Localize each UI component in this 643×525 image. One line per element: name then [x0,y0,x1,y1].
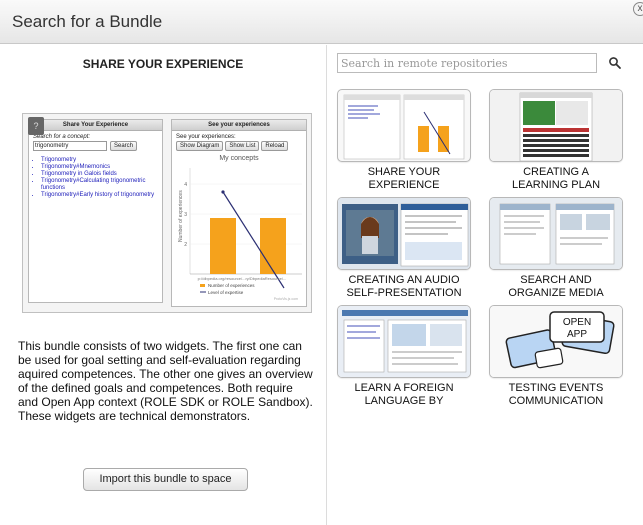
list-item: Trigonometry#Mnemonics [41,164,158,171]
list-item: Trigonometry#Early history of trigonomet… [41,192,158,199]
bundle-tile-learning-plan[interactable]: CREATING A LEARNING PLAN [489,89,623,192]
list-item: Trigonometry [41,157,158,164]
tile-label-line: LANGUAGE BY [364,395,444,407]
open-app-logo-text: OPEN [563,317,591,328]
preview-widget-title: Share Your Experience [29,120,162,131]
preview-bar [210,218,236,274]
bundle-thumbnail[interactable] [337,305,471,378]
search-icon[interactable] [608,56,622,70]
preview-show-list-button: Show List [225,141,260,151]
tile-label-line: CREATING A [523,166,589,178]
tile-label-line: EXPERIENCE [368,179,440,191]
list-item: Trigonometry in Galois fields [41,171,158,178]
tile-label-line: SELF-PRESENTATION [346,287,462,299]
bundle-tile-audio-presentation[interactable]: CREATING AN AUDIO SELF-PRESENTATION [337,197,471,300]
tile-label-line: CREATING AN AUDIO [348,274,460,286]
open-app-logo-text: APP [567,329,587,340]
preview-search-label: Search for a concept: [33,134,91,140]
window-titlebar: Search for a Bundle x [0,0,643,44]
preview-results-list: Trigonometry Trigonometry#Mnemonics Trig… [41,157,158,199]
svg-text:4: 4 [184,182,187,188]
bundle-preview-image: ? Share Your Experience Search for a con… [22,113,312,313]
preview-chart-title: My concepts [219,155,259,162]
preview-mini-chart: 4 3 2 Number of experiences p://dbpedia.… [178,168,302,301]
close-icon[interactable]: x [633,2,643,16]
preview-search-button: Search [110,141,138,151]
tile-label-line: TESTING EVENTS [508,382,604,394]
preview-widget-share: ? Share Your Experience Search for a con… [28,117,163,303]
preview-x-tick-label: p://dbpedia.org/resource/...ry/DbpediaRe… [198,276,287,281]
bundle-detail-panel: SHARE YOUR EXPERIENCE ? Share Your Exper… [0,45,326,525]
preview-experiences-label: See your experiences: [176,134,236,140]
bundle-thumbnail[interactable] [337,89,471,162]
preview-point [221,190,225,194]
tile-label-line: COMMUNICATION [508,395,604,407]
preview-watermark: ProtoVis.js com [274,297,298,301]
bundle-tile-organize-media[interactable]: SEARCH AND ORGANIZE MEDIA [489,197,623,300]
preview-search-field: trigonometry [33,141,107,151]
tile-label-line: LEARN A FOREIGN [354,382,454,394]
bundle-thumbnail[interactable] [489,89,623,162]
preview-show-diagram-button: Show Diagram [176,141,224,151]
role-logo-icon: ? [28,117,44,135]
list-item: Trigonometry#Calculating trigonometric f… [41,178,158,192]
tile-label-line: LEARNING PLAN [511,179,601,191]
import-bundle-button[interactable]: Import this bundle to space [83,468,248,491]
preview-widget-title: See your experiences [172,120,306,131]
bundle-thumbnail[interactable]: OPEN APP [489,305,623,378]
preview-legend-line: Level of expertise [208,290,244,295]
tile-label-line: SHARE YOUR [367,166,441,178]
tile-label-line: ORGANIZE MEDIA [508,287,604,299]
preview-legend-bar: Number of experiences [208,283,255,288]
bundle-tile-foreign-language[interactable]: LEARN A FOREIGN LANGUAGE BY [337,305,471,408]
preview-bar [260,218,286,274]
tile-label-line: SEARCH AND [520,274,592,286]
window-title: Search for a Bundle [12,11,163,31]
preview-widget-experiences: See your experiences See your experience… [171,119,307,307]
svg-text:3: 3 [184,212,187,218]
bundle-thumbnail[interactable] [489,197,623,270]
panel-divider [326,45,327,525]
bundle-tile-share-experience[interactable]: SHARE YOUR EXPERIENCE [337,89,471,192]
repository-search-input[interactable] [337,53,597,73]
bundle-thumbnail[interactable] [337,197,471,270]
bundle-description: This bundle consists of two widgets. The… [18,339,313,423]
bundle-tile-testing-events[interactable]: OPEN APP TESTING EVENTS COMMUNICATION [489,305,623,408]
bundle-title: SHARE YOUR EXPERIENCE [82,57,244,71]
preview-reload-button: Reload [261,141,289,151]
svg-text:2: 2 [184,242,187,248]
preview-y-axis-label: Number of experiences [178,190,184,242]
